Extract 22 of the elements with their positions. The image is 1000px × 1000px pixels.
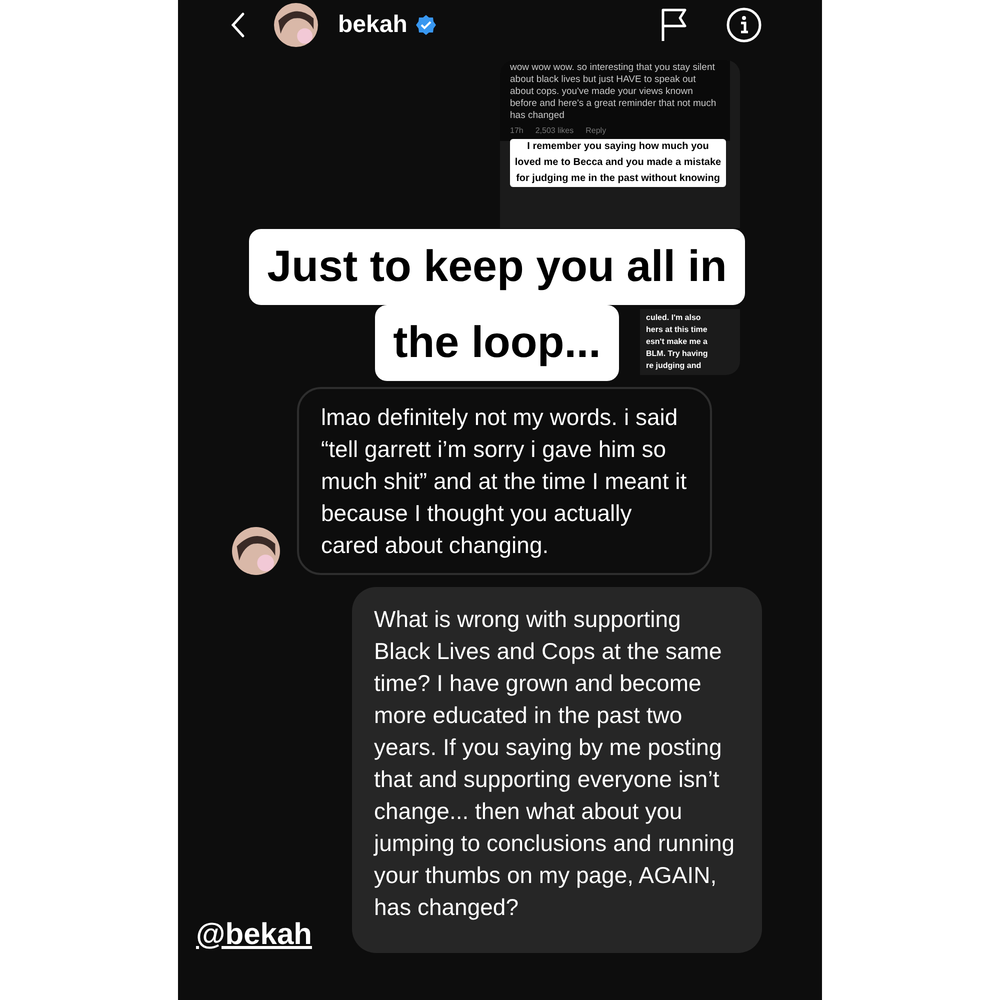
post-text-line: hers at this time [646,324,708,336]
reply-link[interactable]: Reply [586,125,606,137]
received-message-bubble: lmao definitely not my words. i said “tell garrett i’m sorry i gave him so much shit” and at the time I meant it because I thought you actually cared about changing. [297,387,712,575]
comment-time: 17h [510,125,524,137]
post-text-line: esn't make me a [646,336,708,348]
back-icon[interactable] [230,11,246,39]
sent-message-bubble: What is wrong with supporting Black Lives and Cops at the same time? I have grown and become more educated in the past two years. If you saying by me posting that and supporting everyone isn’t change... then what about you jumping to conclusions and running your thumbs on my page, AGAIN, has changed? [352,587,762,953]
story-caption: the loop... [375,305,619,381]
flag-icon[interactable] [660,7,688,43]
contact-name: bekah [338,10,408,40]
shared-post-preview[interactable] [500,60,740,228]
post-text-line: culed. I'm also [646,312,702,324]
mention-tag: @bekah [196,912,312,957]
story-caption: Just to keep you all in [249,229,745,305]
info-icon[interactable] [726,7,762,43]
post-text-line: re judging and [646,360,702,372]
comment-text: wow wow wow. so interesting that you stay silent about black lives but just HAVE to speak out about cops. you've made your views known before and here's a great reminder that not much has changed [510,62,718,122]
avatar [274,3,318,47]
post-text-line: BLM. Try having [646,348,709,360]
comment-likes: 2,503 likes [535,125,574,137]
avatar [232,527,280,575]
sticker-text: I remember you saying how much you loved me to Becca and you made a mistake for judging me in the past without knowing [510,139,726,187]
